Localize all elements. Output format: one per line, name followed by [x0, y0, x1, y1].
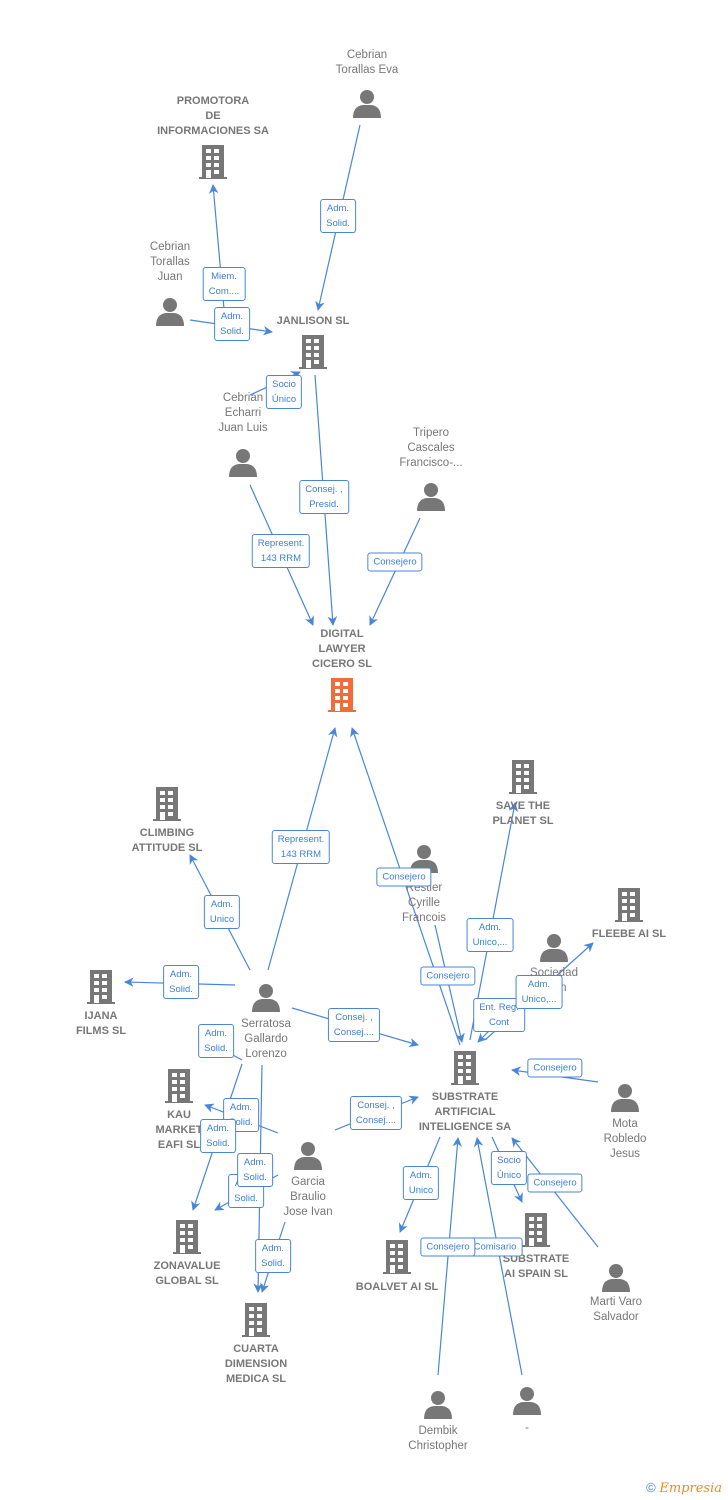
person-icon[interactable] — [610, 1082, 640, 1117]
edge-label[interactable]: Adm. Solid. — [200, 1119, 236, 1153]
edge-label[interactable]: Consejero — [527, 1058, 583, 1078]
edge-label[interactable]: Comisario — [467, 1237, 523, 1257]
building-icon[interactable] — [171, 1219, 203, 1260]
building-icon[interactable] — [613, 887, 645, 928]
building-icon[interactable] — [197, 144, 229, 185]
node-label-spain[interactable]: SUBSTRATE AI SPAIN SL — [466, 1252, 606, 1282]
edge-label[interactable]: Socio Único — [265, 375, 303, 409]
copyright: © Empresia — [646, 1480, 722, 1496]
person-icon[interactable] — [423, 1389, 453, 1424]
edge-label[interactable]: Socio Único — [490, 1151, 528, 1185]
edge-label[interactable]: Adm. Unico,... — [515, 975, 563, 1009]
building-icon[interactable] — [520, 1212, 552, 1253]
node-label-fleebe[interactable]: FLEEBE AI SL — [559, 927, 699, 942]
edge-tripero-digital — [369, 517, 421, 626]
node-label-mota[interactable]: Mota Robledo Jesus — [555, 1117, 695, 1162]
edge-label[interactable]: Adm. Solid. — [255, 1239, 291, 1273]
building-icon[interactable] — [507, 759, 539, 800]
edge-label[interactable]: Consejero — [367, 552, 423, 572]
empresia-logo[interactable]: Empresia — [659, 1481, 722, 1496]
edge-label[interactable]: Adm. Solid. — [198, 1024, 234, 1058]
edge-label[interactable]: Consej. , Consej.... — [327, 1008, 381, 1042]
person-icon[interactable] — [251, 982, 281, 1017]
edge-label[interactable]: Consej. , Consej.... — [349, 1096, 403, 1130]
edge-label[interactable]: Consejero — [376, 867, 432, 887]
node-label-ijana[interactable]: IJANA FILMS SL — [31, 1009, 171, 1039]
person-icon[interactable] — [539, 932, 569, 967]
person-icon[interactable] — [293, 1140, 323, 1175]
node-label-janlison[interactable]: JANLISON SL — [243, 314, 383, 329]
edge-label[interactable]: Consejero — [420, 1237, 476, 1257]
building-icon[interactable] — [297, 334, 329, 375]
node-label-tripero[interactable]: Tripero Cascales Francisco-... — [361, 426, 501, 471]
node-label-marti[interactable]: Marti Varo Salvador — [546, 1295, 686, 1325]
node-label-dash[interactable]: - — [457, 1421, 597, 1436]
node-label-digital[interactable]: DIGITAL LAWYER CICERO SL — [272, 627, 412, 672]
node-label-promotora[interactable]: PROMOTORA DE INFORMACIONES SA — [143, 94, 283, 139]
edge-label[interactable]: Adm. Solid. — [163, 965, 199, 999]
node-label-climbing[interactable]: CLIMBING ATTITUDE SL — [97, 826, 237, 856]
edge-label[interactable]: Consejero — [527, 1173, 583, 1193]
node-label-eva[interactable]: Cebrian Torallas Eva — [297, 48, 437, 78]
node-label-zonavalue[interactable]: ZONAVALUE GLOBAL SL — [117, 1259, 257, 1289]
edge-label[interactable]: Adm. Unico,... — [466, 918, 514, 952]
edge-label[interactable]: Adm. Solid. — [237, 1153, 273, 1187]
edge-label[interactable]: Adm. Unico — [402, 1166, 440, 1200]
building-icon[interactable] — [381, 1239, 413, 1280]
edge-label[interactable]: Consejero — [420, 966, 476, 986]
edge-dembik-substrate — [437, 1137, 463, 1376]
building-icon[interactable] — [85, 969, 117, 1010]
edge-label[interactable]: Represent. 143 RRM — [271, 830, 331, 864]
building-icon[interactable] — [151, 786, 183, 827]
building-icon[interactable] — [163, 1068, 195, 1109]
person-icon[interactable] — [155, 296, 185, 331]
edge-label[interactable]: Consej. , Presid. — [299, 480, 349, 514]
person-icon[interactable] — [228, 447, 258, 482]
person-icon[interactable] — [416, 481, 446, 516]
edge-label[interactable]: Miem. Com.... — [202, 267, 246, 301]
node-label-substrate[interactable]: SUBSTRATE ARTIFICIAL INTELIGENCE SA — [395, 1090, 535, 1135]
edge-label[interactable]: Adm. Solid. — [214, 307, 250, 341]
building-icon[interactable] — [326, 677, 358, 718]
person-icon[interactable] — [352, 88, 382, 123]
building-icon[interactable] — [449, 1050, 481, 1091]
building-icon[interactable] — [240, 1302, 272, 1343]
person-icon[interactable] — [601, 1262, 631, 1297]
copyright-icon: © — [646, 1480, 656, 1495]
person-icon[interactable] — [512, 1385, 542, 1420]
edge-label[interactable]: Adm. Solid. — [320, 199, 356, 233]
node-label-save[interactable]: SAVE THE PLANET SL — [453, 799, 593, 829]
edge-label[interactable]: Represent. 143 RRM — [251, 534, 311, 568]
node-label-boalvet[interactable]: BOALVET AI SL — [327, 1280, 467, 1295]
edge-label[interactable]: Adm. Unico — [203, 895, 241, 929]
node-label-cuarta[interactable]: CUARTA DIMENSION MEDICA SL — [186, 1342, 326, 1387]
